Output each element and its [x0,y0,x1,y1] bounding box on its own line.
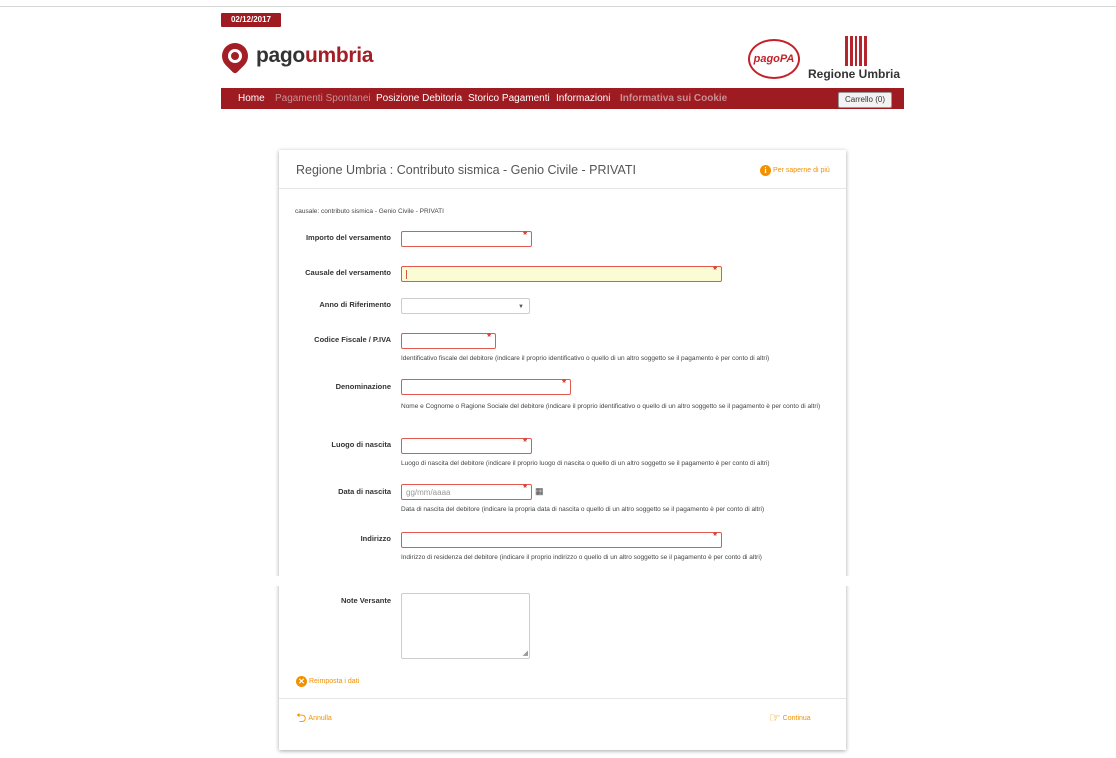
indirizzo-input[interactable]: * [401,531,722,548]
denominazione-help-text: Nome e Cognome o Ragione Sociale del deb… [401,403,821,410]
logo-text: pagoumbria [256,44,374,67]
cancel-label: Annulla [308,714,332,722]
back-arrow-icon: ⮌ [296,710,307,725]
header-divider [279,188,846,189]
info-icon: i [760,165,771,176]
pointing-hand-icon: ☞ [769,710,781,725]
continue-button[interactable]: ☞ Continua [769,710,811,725]
luogo-label: Luogo di nascita [331,440,391,449]
main-navbar: Home Pagamenti Spontanei Posizione Debit… [221,88,904,109]
date-badge: 02/12/2017 [221,13,281,27]
note-label: Note Versante [340,596,391,605]
nav-home[interactable]: Home [238,88,265,109]
note-versante-textarea[interactable]: ◢ [401,593,530,659]
cart-button[interactable]: Carrello (0) [838,92,892,108]
data-help-text: Data di nascita del debitore (indicare l… [401,506,765,513]
screenshot-seam [0,576,1116,586]
more-info-link[interactable]: i Per saperne di più [760,165,830,176]
importo-input[interactable]: * [401,230,532,247]
chevron-down-icon: ▼ [518,304,524,310]
calendar-icon[interactable]: ▦ [535,486,544,497]
nav-pagamenti-spontanei[interactable]: Pagamenti Spontanei [275,88,371,109]
regione-umbria-emblem-icon [845,36,867,66]
nav-storico-pagamenti[interactable]: Storico Pagamenti [468,88,550,109]
anno-label: Anno di Riferimento [319,300,391,309]
luogo-help-text: Luogo di nascita del debitore (indicare … [401,460,770,467]
importo-label: Importo del versamento [305,233,391,242]
indirizzo-label: Indirizzo [360,534,391,543]
location-pin-icon [216,37,254,75]
close-circle-icon: ✕ [296,676,307,687]
nav-informazioni[interactable]: Informazioni [556,88,610,109]
data-nascita-input[interactable]: gg/mm/aaaa * [401,483,532,500]
nav-informativa-cookie[interactable]: Informativa sui Cookie [620,88,727,109]
payment-form-card: Regione Umbria : Contributo sismica - Ge… [279,150,846,750]
continue-label: Continua [782,714,811,722]
data-label: Data di nascita [338,487,391,496]
reset-link[interactable]: ✕ Reimposta i dati [296,676,359,687]
codice-fiscale-input[interactable]: * [401,332,496,349]
denominazione-input[interactable]: * [401,378,571,395]
cf-label: Codice Fiscale / P.IVA [314,335,391,344]
cf-help-text: Identificativo fiscale del debitore (ind… [401,355,770,362]
causale-label: Causale del versamento [305,268,391,277]
causale-text: causale: contributo sismica - Genio Civi… [295,208,444,215]
reset-label: Reimposta i dati [309,678,360,685]
more-info-label: Per saperne di più [773,167,830,174]
pagopa-logo: pagoPA [748,39,800,79]
denominazione-label: Denominazione [335,382,391,391]
footer-divider [279,698,846,699]
cancel-button[interactable]: ⮌ Annulla [296,710,332,725]
causale-input[interactable]: * [401,265,722,282]
resize-handle-icon[interactable]: ◢ [523,649,528,657]
regione-umbria-label: Regione Umbria [808,67,901,81]
form-title: Regione Umbria : Contributo sismica - Ge… [296,163,636,177]
indirizzo-help-text: Indirizzo di residenza del debitore (ind… [401,554,762,561]
pagoumbria-logo[interactable]: pagoumbria [216,37,374,75]
nav-posizione-debitoria[interactable]: Posizione Debitoria [376,88,462,109]
luogo-nascita-input[interactable]: * [401,437,532,454]
top-divider [0,6,1116,7]
anno-select[interactable]: ▼ [401,298,530,314]
